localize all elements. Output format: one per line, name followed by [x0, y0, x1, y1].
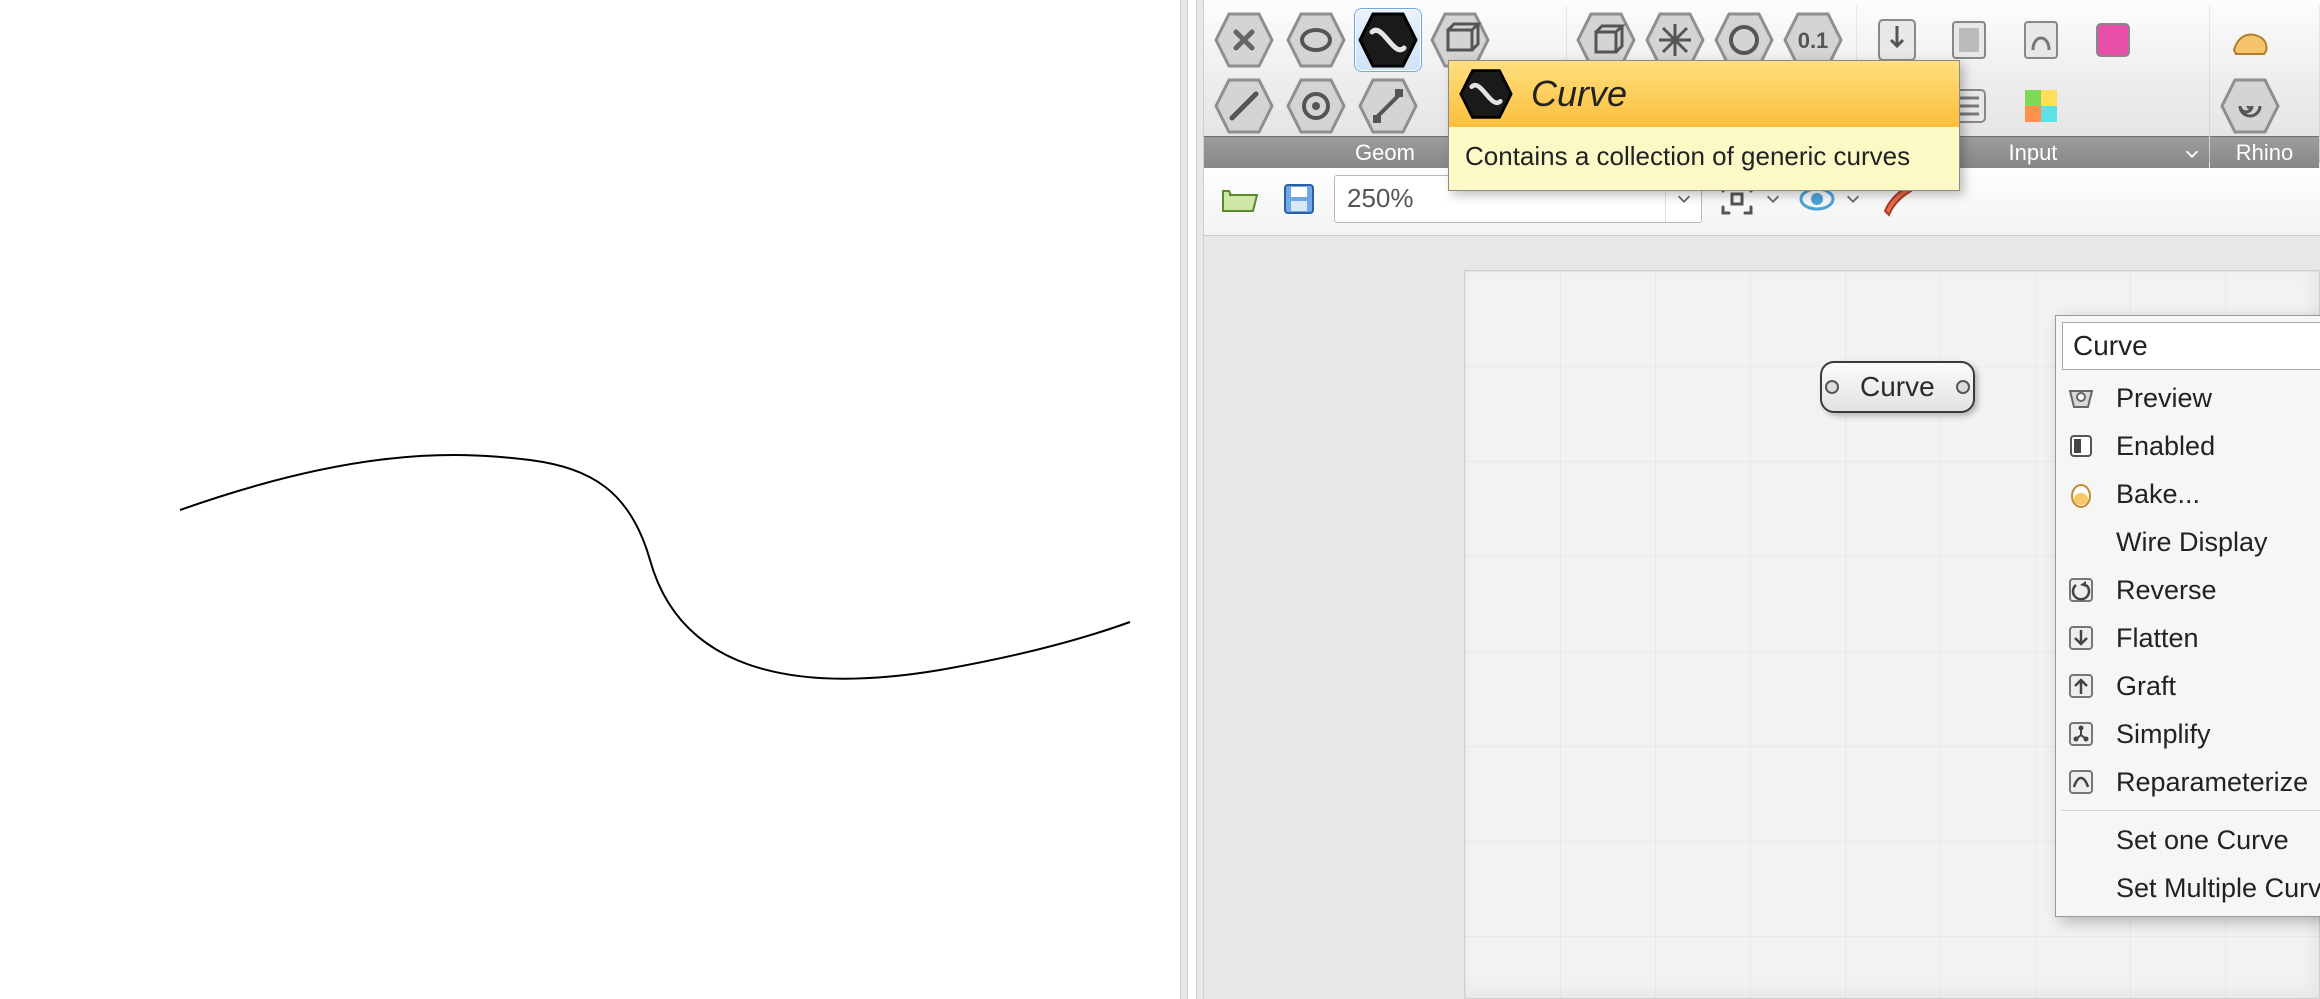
context-item-label: Reverse — [2116, 575, 2217, 606]
svg-text:0.1: 0.1 — [1798, 28, 1829, 53]
context-menu-search-value: Curve — [2073, 330, 2148, 362]
context-item-preview[interactable]: Preview — [2056, 374, 2320, 422]
shelf-tab-label: Geom — [1355, 140, 1415, 166]
context-item-label: Bake... — [2116, 479, 2200, 510]
component-swatch[interactable] — [2079, 8, 2147, 72]
shelf-tab-rhino[interactable]: Rhino — [2210, 136, 2319, 168]
context-item-enabled[interactable]: Enabled — [2056, 422, 2320, 470]
component-close[interactable] — [1210, 8, 1278, 72]
shelf-tab-label: Rhino — [2236, 140, 2293, 166]
save-icon — [1279, 179, 1319, 219]
folder-open-icon — [1219, 179, 1259, 219]
chevron-down-icon — [1675, 190, 1693, 208]
component-curve-param[interactable] — [1354, 8, 1422, 72]
context-item-label: Flatten — [2116, 623, 2199, 654]
reparam-icon — [2064, 765, 2098, 799]
chevron-down-icon — [1764, 190, 1782, 208]
component-gradient[interactable] — [2007, 8, 2075, 72]
component-shelf: Geom 0.1 — [1204, 0, 2320, 162]
tooltip-title: Curve — [1531, 73, 1627, 115]
reverse-icon — [2064, 573, 2098, 607]
grasshopper-panel: Geom 0.1 — [1204, 0, 2320, 999]
simplify-icon — [2064, 717, 2098, 751]
context-item-label: Graft — [2116, 671, 2176, 702]
flatten-icon — [2064, 621, 2098, 655]
blank-icon — [2064, 871, 2098, 905]
component-point-param[interactable] — [1354, 74, 1422, 138]
component-rhino-spiral[interactable] — [2216, 74, 2284, 138]
graft-icon — [2064, 669, 2098, 703]
context-menu-separator — [2062, 810, 2320, 812]
node-input-grip[interactable] — [1822, 363, 1842, 411]
context-item-label: Reparameterize — [2116, 767, 2308, 798]
grasshopper-canvas[interactable]: Curve Curve Preview Enabled Bake — [1464, 270, 2320, 999]
context-item-simplify[interactable]: Simplify — [2056, 710, 2320, 758]
context-item-label: Set Multiple Curves — [2116, 873, 2320, 904]
context-item-set-multiple-curves[interactable]: Set Multiple Curves — [2056, 864, 2320, 912]
component-plane-param[interactable] — [1282, 74, 1350, 138]
save-button[interactable] — [1274, 174, 1324, 224]
enabled-icon — [2064, 429, 2098, 463]
context-item-set-one-curve[interactable]: Set one Curve — [2056, 816, 2320, 864]
context-item-label: Enabled — [2116, 431, 2215, 462]
viewport-curve — [120, 300, 1160, 700]
node-label: Curve — [1842, 371, 1953, 403]
context-item-graft[interactable]: Graft — [2056, 662, 2320, 710]
context-item-label: Preview — [2116, 383, 2212, 414]
component-tooltip: Curve Contains a collection of generic c… — [1448, 60, 1960, 191]
node-output-grip[interactable] — [1953, 363, 1973, 411]
component-line-param[interactable] — [1210, 74, 1278, 138]
curve-icon — [1459, 67, 1513, 121]
bake-icon — [2064, 477, 2098, 511]
context-item-reparameterize[interactable]: Reparameterize — [2056, 758, 2320, 806]
rhino-viewport[interactable] — [0, 0, 1180, 999]
blank-icon — [2064, 525, 2098, 559]
context-item-label: Wire Display — [2116, 527, 2268, 558]
open-button[interactable] — [1214, 174, 1264, 224]
curve-param-node[interactable]: Curve — [1820, 361, 1975, 413]
component-rhino-doc[interactable] — [2216, 8, 2284, 72]
context-menu: Curve Preview Enabled Bake... Wire Displ… — [2055, 315, 2320, 917]
component-circle-param[interactable] — [1282, 8, 1350, 72]
chevron-down-icon — [1844, 190, 1862, 208]
context-item-label: Simplify — [2116, 719, 2211, 750]
blank-icon — [2064, 823, 2098, 857]
chevron-down-icon — [2183, 145, 2201, 163]
context-item-bake[interactable]: Bake... — [2056, 470, 2320, 518]
canvas-area[interactable]: Curve Curve Preview Enabled Bake — [1204, 236, 2320, 999]
context-item-flatten[interactable]: Flatten — [2056, 614, 2320, 662]
tooltip-description: Contains a collection of generic curves — [1449, 127, 1959, 190]
shelf-tab-label: Input — [2008, 140, 2057, 166]
component-color-grid[interactable] — [2007, 74, 2075, 138]
preview-icon — [2064, 381, 2098, 415]
context-menu-search[interactable]: Curve — [2062, 322, 2320, 370]
pane-divider-inner[interactable] — [1196, 0, 1204, 999]
pane-divider[interactable] — [1180, 0, 1188, 999]
context-item-reverse[interactable]: Reverse — [2056, 566, 2320, 614]
context-item-label: Set one Curve — [2116, 825, 2289, 856]
context-item-wire-display[interactable]: Wire Display — [2056, 518, 2320, 566]
